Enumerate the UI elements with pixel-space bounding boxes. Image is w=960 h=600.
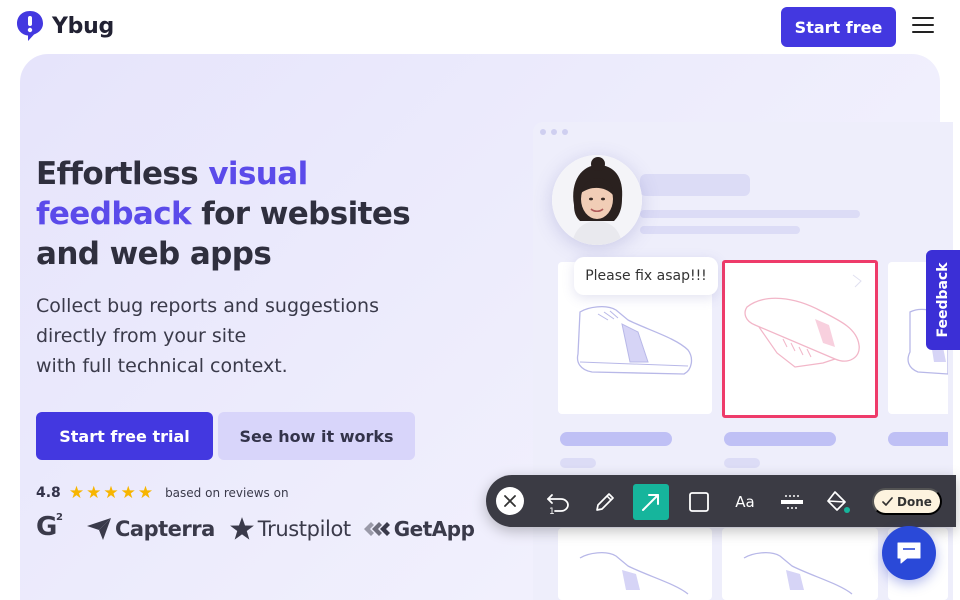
star-icon: ★ [137,483,154,502]
trustpilot-name: Trustpilot [257,517,351,541]
rating-caption: based on reviews on [165,486,289,500]
highlighted-element[interactable] [722,260,878,418]
rating-summary: 4.8 ★ ★ ★ ★ ★ based on reviews on [36,483,289,503]
person-avatar-icon [552,155,642,245]
placeholder-title [560,432,672,446]
start-free-trial-button[interactable]: Start free trial [36,412,213,460]
shoe-illustration-icon [743,552,853,595]
shoe-illustration-icon [744,274,862,368]
undo-count: 1 [549,507,555,517]
subtext-line: with full technical context. [36,355,288,377]
capterra-arrow-icon [87,518,111,540]
blur-icon[interactable] [774,484,810,520]
pen-icon[interactable] [587,484,623,520]
shoe-illustration-icon [579,552,689,595]
rating-value: 4.8 [36,485,61,501]
trustpilot-star-icon [229,517,254,540]
product-card [558,528,712,600]
headline-accent: visual [208,156,308,192]
headline-text: Effortless [36,156,209,192]
star-icon: ★ [68,483,85,502]
subtext-line: Collect bug reports and suggestions [36,295,379,317]
feedback-comment: Please fix asap!!! [574,257,718,295]
start-free-button[interactable]: Start free [781,7,896,47]
headline-text: for websites [191,196,411,232]
getapp-name: GetApp [393,517,475,541]
star-icon: ★ [86,483,102,502]
hero-headline: Effortless visual feedback for websites … [36,154,476,274]
ybug-logo-icon [17,11,43,41]
star-icon: ★ [103,483,119,502]
getapp-chevrons-icon [363,522,390,536]
capterra-name: Capterra [115,517,215,541]
site-header: Ybug Start free [0,0,960,54]
close-icon[interactable] [496,487,524,515]
headline-accent: feedback [36,196,192,232]
placeholder-line [640,226,800,234]
g2-superscript: 2 [56,512,63,523]
g2-letter: G [36,512,58,542]
brand-logo[interactable]: Ybug [16,10,114,42]
window-dots [540,129,568,135]
headline-text: and web apps [36,236,272,272]
placeholder-price [724,458,760,468]
check-icon [882,496,893,506]
rectangle-icon[interactable] [681,484,717,520]
paint-bucket-icon[interactable] [820,484,856,520]
arrow-icon[interactable] [633,484,669,520]
placeholder-price [560,458,596,468]
placeholder-title [888,432,948,446]
see-how-it-works-button[interactable]: See how it works [218,412,415,460]
review-sites: G 2 Capterra Trustpilot GetApp [36,512,475,546]
done-label: Done [897,494,932,509]
subtext-line: directly from your site [36,325,247,347]
chat-icon[interactable] [882,526,936,580]
text-tool[interactable]: Aa [727,484,763,520]
done-button[interactable]: Done [872,488,942,515]
undo-icon[interactable] [540,484,576,520]
g2-logo[interactable]: G 2 [36,512,68,544]
hamburger-icon[interactable] [912,17,936,37]
feedback-tab[interactable]: Feedback [926,250,960,350]
brand-name: Ybug [52,13,114,39]
placeholder-title [724,432,836,446]
reviewer-avatar [552,155,642,245]
trustpilot-logo[interactable]: Trustpilot [229,516,351,542]
product-card [722,528,878,600]
placeholder-bar [640,174,750,196]
star-icon: ★ [120,483,136,502]
placeholder-line [640,210,860,218]
feedback-tab-label: Feedback [935,262,951,338]
hero-subtext: Collect bug reports and suggestions dire… [36,291,456,381]
getapp-logo[interactable]: GetApp [363,517,475,541]
star-rating: ★ ★ ★ ★ ★ [69,483,153,503]
capterra-logo[interactable]: Capterra [86,517,215,541]
